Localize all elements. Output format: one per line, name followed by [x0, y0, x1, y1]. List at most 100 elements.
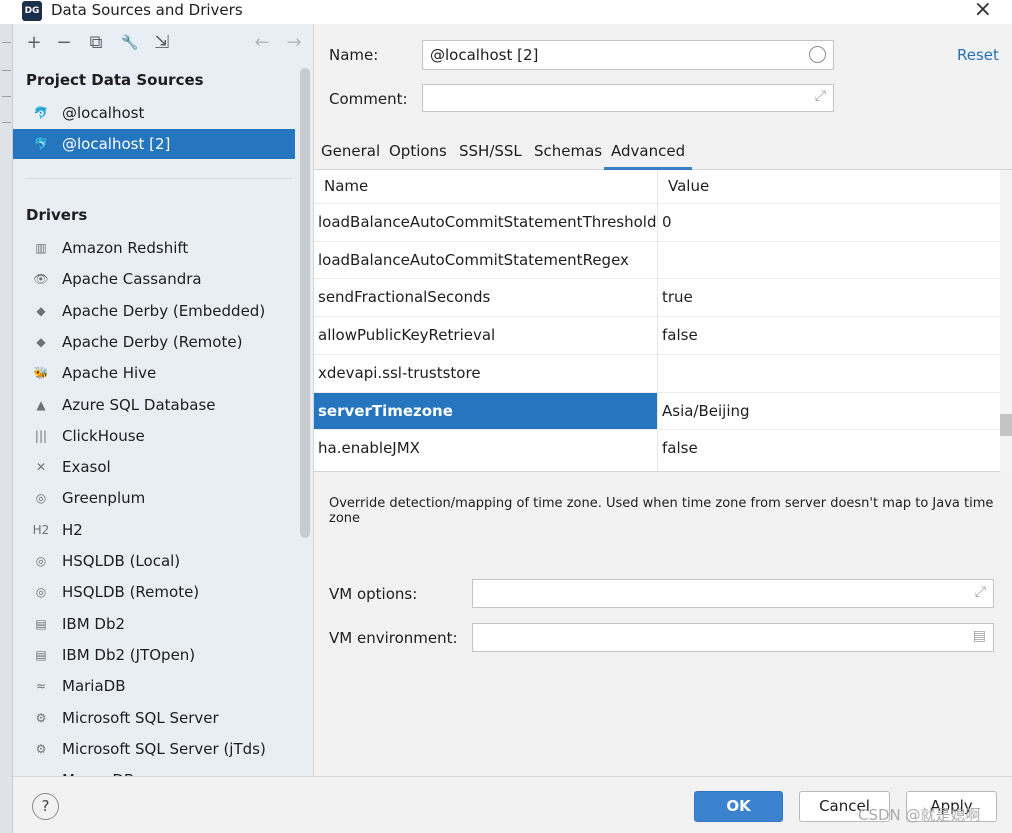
tab-schemas[interactable]: Schemas	[534, 136, 602, 170]
driver-label: IBM Db2	[62, 614, 126, 633]
driver-item[interactable]: ▲MongoDB	[13, 765, 295, 776]
expand-icon[interactable]: ⤢	[815, 88, 826, 104]
driver-label: Apache Hive	[62, 364, 157, 383]
driver-label: Exasol	[62, 458, 111, 477]
vm-environment-field[interactable]: ▤	[472, 623, 994, 652]
column-header-value[interactable]: Value	[658, 170, 709, 203]
tab-general[interactable]: General	[321, 136, 380, 170]
data-source-item-selected[interactable]: 🐬 @localhost [2]	[13, 129, 295, 159]
property-value[interactable]: false	[662, 317, 1000, 354]
import-icon[interactable]: ⇲	[151, 32, 173, 54]
driver-label: IBM Db2 (JTOpen)	[62, 645, 196, 664]
driver-label: HSQLDB (Local)	[62, 552, 181, 570]
driver-icon: 🐝	[33, 366, 49, 381]
data-source-item[interactable]: 🐬 @localhost	[13, 98, 295, 128]
dialog-footer: ? OK Cancel Apply CSDN @就是媳啊	[13, 776, 1012, 833]
tab-options[interactable]: Options	[389, 136, 447, 170]
add-icon[interactable]: +	[23, 32, 45, 54]
driver-icon: ◆	[36, 334, 46, 349]
driver-item[interactable]: ≈ MariaDB	[13, 671, 295, 701]
driver-item[interactable]: ◆ Apache Derby (Embedded)	[13, 296, 295, 326]
scrollbar-thumb[interactable]	[1000, 414, 1012, 436]
watermark: CSDN @就是媳啊	[858, 806, 981, 824]
drivers-header: Drivers	[26, 206, 88, 224]
data-source-label: @localhost [2]	[62, 135, 171, 153]
table-scrollbar[interactable]	[1000, 170, 1012, 472]
driver-icon: ✕	[35, 460, 47, 475]
property-name: loadBalanceAutoCommitStatementRegex	[318, 250, 629, 269]
property-description: Override detection/mapping of time zone.…	[329, 496, 994, 526]
comment-field[interactable]: ⤢	[422, 84, 834, 112]
expand-icon[interactable]: ⤢	[975, 584, 986, 600]
driver-label: Azure SQL Database	[62, 395, 216, 414]
forward-arrow-icon[interactable]: →	[283, 32, 305, 54]
driver-label: Apache Derby (Remote)	[62, 332, 243, 351]
driver-label: Apache Derby (Embedded)	[62, 301, 266, 320]
reset-link[interactable]: Reset	[957, 46, 999, 64]
color-circle-icon[interactable]	[809, 46, 826, 63]
sidebar-toolbar: + − ⧉ 🔧 ⇲ ← →	[13, 24, 313, 64]
document-icon[interactable]: ▤	[973, 628, 986, 644]
comment-label: Comment:	[329, 90, 408, 108]
driver-item[interactable]: ◎ HSQLDB (Local)	[13, 546, 295, 576]
properties-table: Name Value loadBalanceAutoCommitStatemen…	[314, 170, 1000, 472]
property-name: xdevapi.ssl-truststore	[318, 363, 481, 382]
property-name: serverTimezone	[314, 392, 657, 430]
sidebar: + − ⧉ 🔧 ⇲ ← → Project Data Sources 🐬 @lo…	[13, 24, 314, 776]
driver-item[interactable]: ⚙ Microsoft SQL Server	[13, 703, 295, 733]
property-value[interactable]: 0	[662, 204, 1000, 241]
main-panel: Name: @localhost [2] Reset Comment: ⤢ Ge…	[314, 24, 1012, 776]
driver-label: HSQLDB (Remote)	[62, 583, 200, 602]
title-bar: DG Data Sources and Drivers ×	[0, 0, 1012, 24]
driver-label: Greenplum	[62, 489, 146, 508]
driver-icon: ▥	[35, 241, 47, 255]
property-name: loadBalanceAutoCommitStatementThreshold	[318, 213, 657, 231]
window-title: Data Sources and Drivers	[51, 1, 243, 19]
tab-advanced[interactable]: Advanced	[604, 136, 693, 170]
driver-item[interactable]: ▤ IBM Db2 (JTOpen)	[13, 640, 295, 670]
driver-item[interactable]: ▲ Azure SQL Database	[13, 390, 295, 420]
driver-item[interactable]: ◎ HSQLDB (Remote)	[13, 577, 295, 607]
driver-icon: ◎	[35, 491, 47, 506]
remove-icon[interactable]: −	[53, 32, 75, 54]
driver-item[interactable]: H2 H2	[13, 515, 295, 545]
background-window-edge	[0, 24, 13, 833]
driver-icon: ◆	[36, 303, 46, 318]
help-icon[interactable]: ?	[32, 793, 59, 820]
divider	[2, 96, 11, 97]
driver-label: Apache Cassandra	[62, 270, 202, 289]
driver-item[interactable]: ||| ClickHouse	[13, 421, 295, 451]
driver-item[interactable]: 🐝 Apache Hive	[13, 358, 295, 388]
name-field[interactable]: @localhost [2]	[422, 40, 834, 70]
property-value[interactable]: true	[662, 279, 1000, 316]
vm-options-field[interactable]: ⤢	[472, 579, 994, 608]
divider	[26, 178, 292, 179]
driver-label: ClickHouse	[62, 426, 145, 445]
driver-item[interactable]: 👁 Apache Cassandra	[13, 264, 295, 294]
property-value[interactable]: Asia/Beijing	[662, 393, 1000, 430]
duplicate-icon[interactable]: ⧉	[85, 32, 107, 54]
property-value[interactable]: false	[662, 430, 1000, 467]
column-header-name[interactable]: Name	[314, 170, 368, 203]
driver-item[interactable]: ✕ Exasol	[13, 452, 295, 482]
driver-item[interactable]: ⚙ Microsoft SQL Server (jTds)	[13, 734, 295, 764]
property-name: sendFractionalSeconds	[318, 288, 491, 307]
name-value: @localhost [2]	[430, 46, 539, 64]
driver-icon: ▲	[36, 397, 46, 412]
tab-ssh-ssl[interactable]: SSH/SSL	[459, 136, 522, 170]
driver-item[interactable]: ◎ Greenplum	[13, 483, 295, 513]
close-icon[interactable]: ×	[974, 0, 992, 22]
driver-item[interactable]: ◆ Apache Derby (Remote)	[13, 327, 295, 357]
vm-environment-label: VM environment:	[329, 629, 458, 647]
divider	[2, 122, 11, 123]
driver-item[interactable]: ▥ Amazon Redshift	[13, 233, 295, 263]
sidebar-scrollbar[interactable]	[300, 68, 310, 538]
ok-button[interactable]: OK	[694, 791, 783, 822]
driver-label: H2	[62, 520, 83, 539]
name-label: Name:	[329, 46, 379, 64]
driver-label: Microsoft SQL Server	[62, 708, 219, 727]
driver-item[interactable]: ▤ IBM Db2	[13, 609, 295, 639]
property-name: ha.enableJMX	[318, 439, 420, 458]
wrench-icon[interactable]: 🔧	[119, 32, 141, 54]
back-arrow-icon[interactable]: ←	[251, 32, 273, 54]
